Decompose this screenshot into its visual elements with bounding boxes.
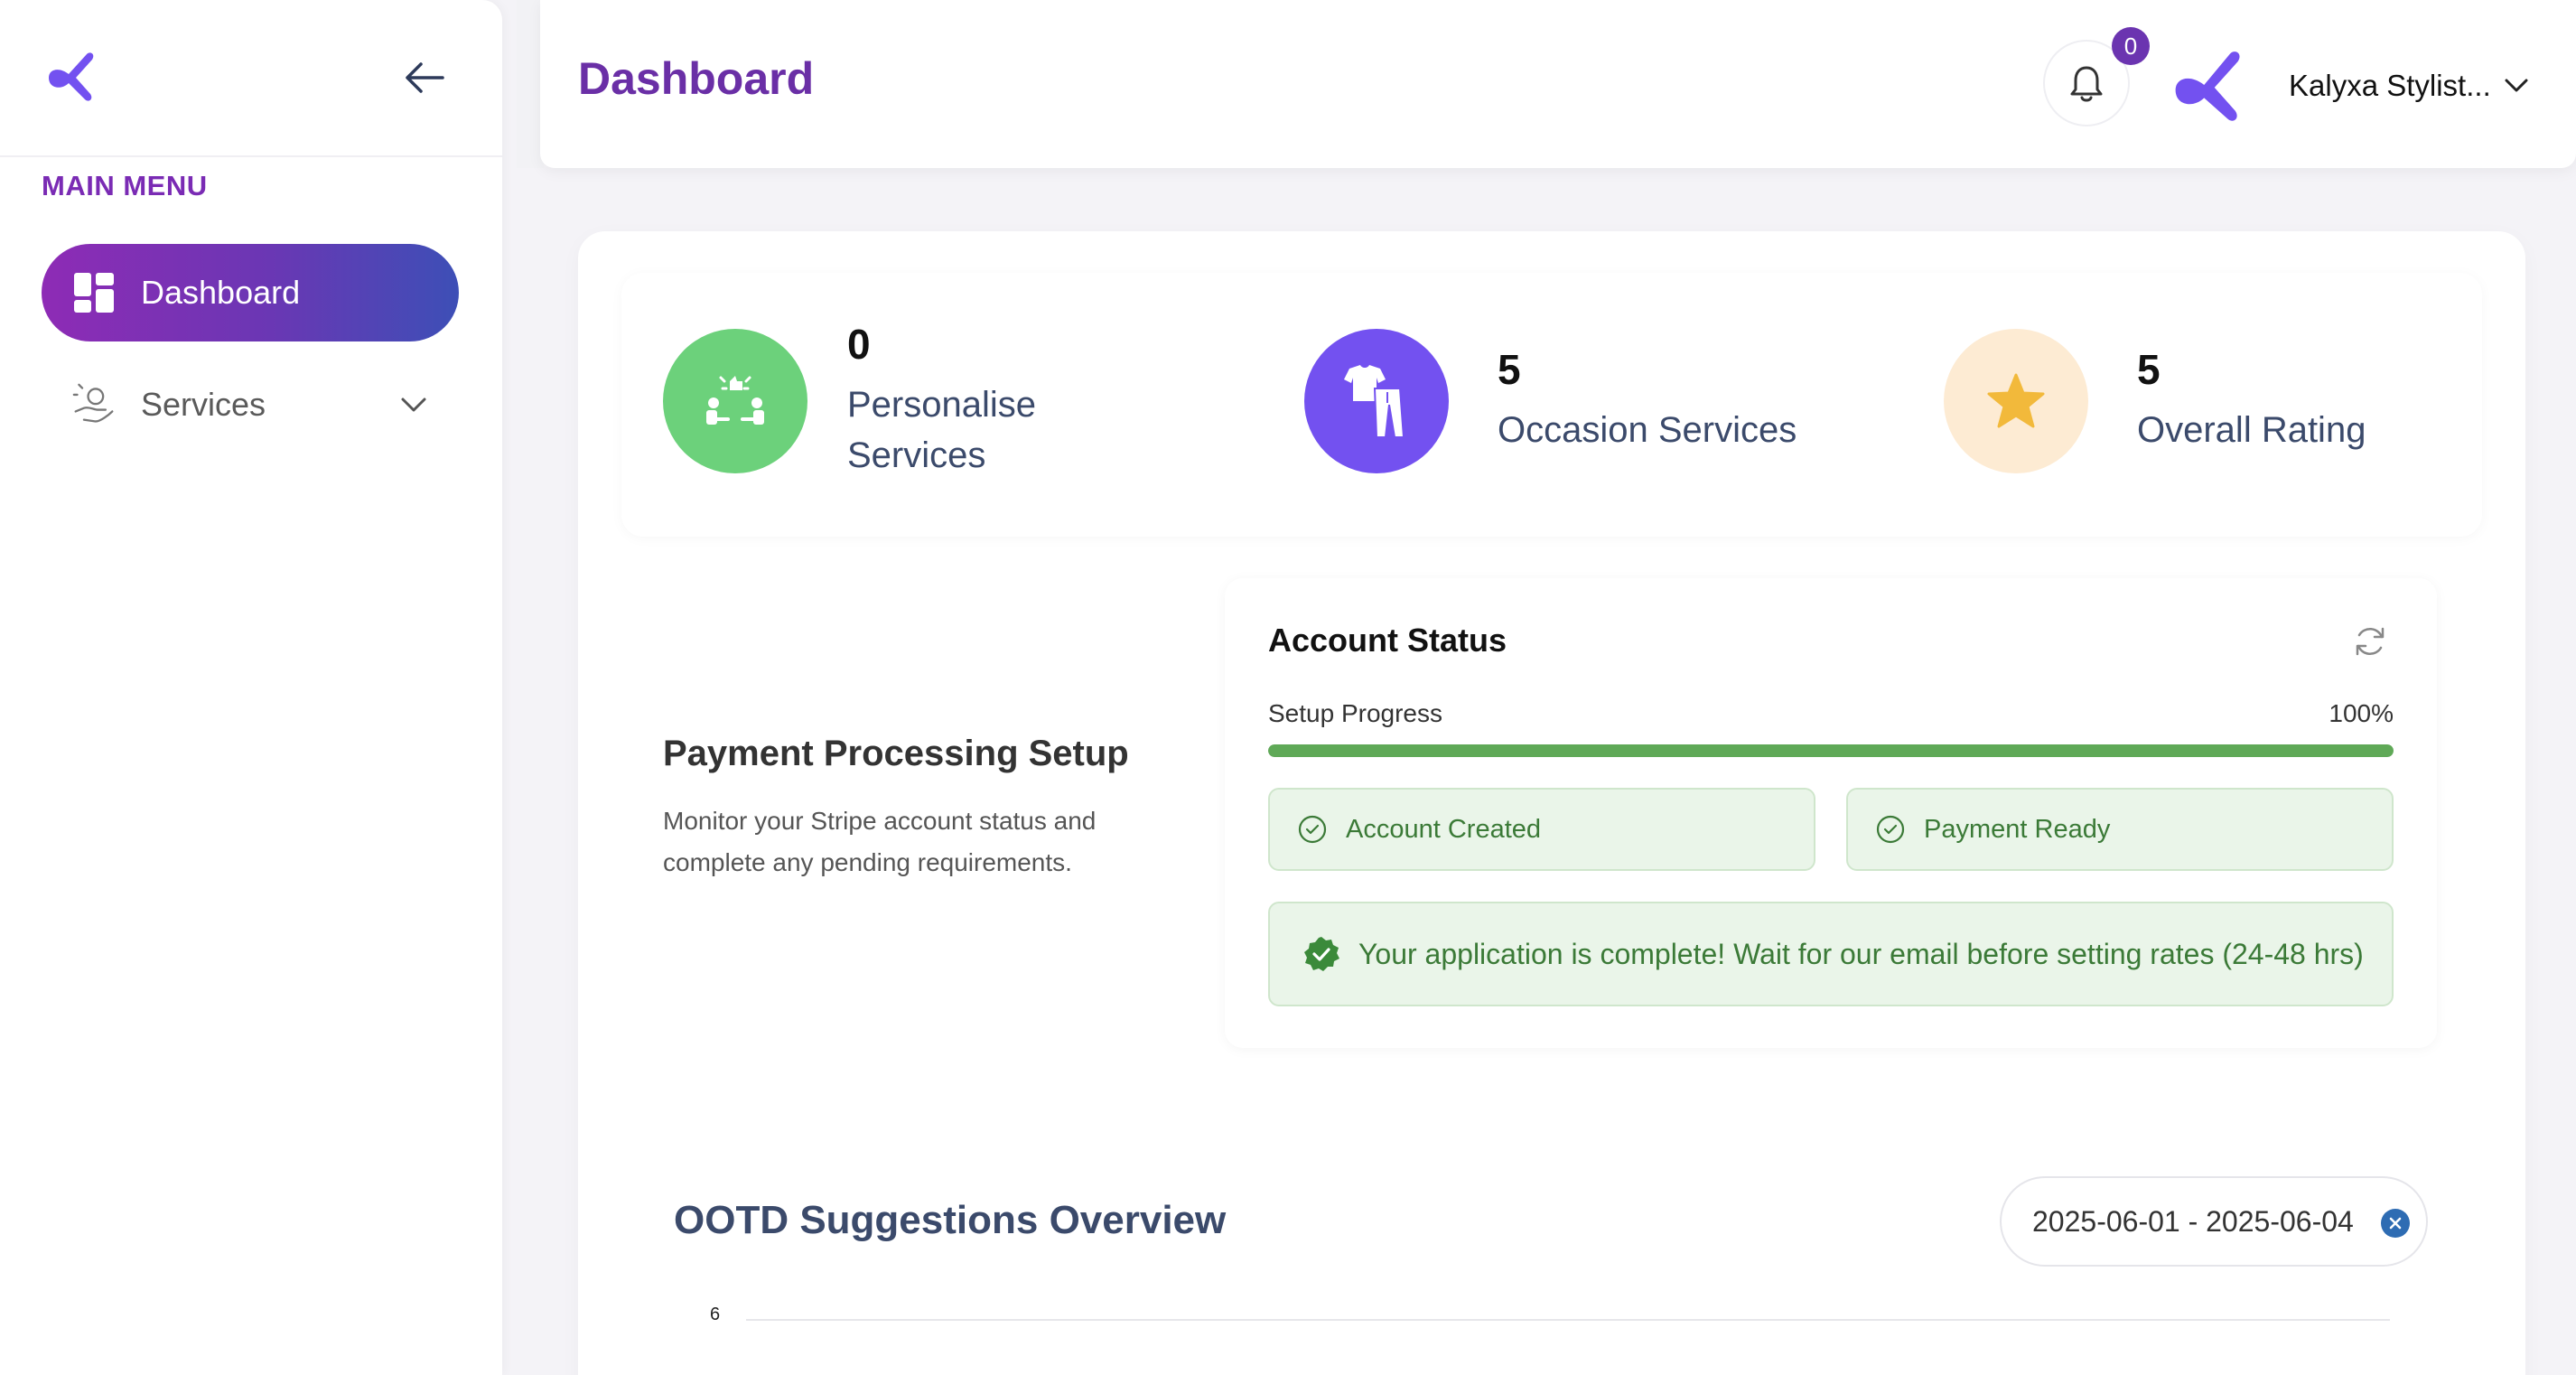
stats-row: 0 Personalise Services 5 Occasion Servic… <box>621 273 2482 537</box>
stat-circle <box>1944 329 2088 473</box>
outfit-icon <box>1344 365 1405 438</box>
chip-label: Payment Ready <box>1924 814 2111 844</box>
account-status-title: Account Status <box>1268 622 1507 659</box>
refresh-icon[interactable] <box>2352 623 2388 659</box>
chip-label: Account Created <box>1346 814 1542 844</box>
notice-text: Your application is complete! Wait for o… <box>1358 937 2364 970</box>
setup-progress-fill <box>1268 744 2394 757</box>
application-complete-notice: Your application is complete! Wait for o… <box>1268 902 2394 1006</box>
close-icon <box>2389 1217 2402 1230</box>
collapse-sidebar-button[interactable] <box>401 56 448 99</box>
chart-gridline <box>746 1319 2390 1321</box>
setup-progress-percent: 100% <box>2329 699 2394 727</box>
stat-occasion-services: 5 Occasion Services <box>1263 273 1895 537</box>
stat-label: Personalise Services <box>847 385 1037 475</box>
clear-date-button[interactable] <box>2381 1209 2410 1238</box>
stat-circle <box>1304 329 1449 473</box>
verified-badge-icon <box>1304 937 1339 971</box>
stat-label: Occasion Services <box>1498 410 1797 450</box>
dashboard-main-card: 0 Personalise Services 5 Occasion Servic… <box>578 231 2525 1375</box>
account-created-chip: Account Created <box>1268 788 1815 871</box>
payment-ready-chip: Payment Ready <box>1846 788 2394 871</box>
chart-y-tick: 6 <box>710 1305 721 1324</box>
notification-count-badge: 0 <box>2112 27 2150 65</box>
stat-personalise-services: 0 Personalise Services <box>621 273 1199 537</box>
setup-progress-label: Setup Progress <box>1268 699 1442 727</box>
stat-label: Overall Rating <box>2137 410 2366 450</box>
stat-overall-rating: 5 Overall Rating <box>1902 273 2480 537</box>
setup-progress-bar <box>1268 744 2394 757</box>
service-hand-icon <box>72 383 116 426</box>
top-header: Dashboard 0 Kalyxa Stylist... <box>540 0 2576 168</box>
arrow-left-icon <box>406 62 444 93</box>
main-menu-heading: MAIN MENU <box>42 170 208 201</box>
payment-setup-title: Payment Processing Setup <box>663 734 1129 773</box>
date-range-picker[interactable]: 2025-06-01 - 2025-06-04 <box>2000 1176 2428 1267</box>
check-circle-icon <box>1876 815 1905 844</box>
stat-value: 0 <box>847 321 871 368</box>
brand-logo-icon[interactable] <box>42 47 99 105</box>
stat-value: 5 <box>2137 346 2161 393</box>
date-range-text: 2025-06-01 - 2025-06-04 <box>2032 1204 2354 1238</box>
chevron-down-icon[interactable] <box>396 387 432 423</box>
sidebar-item-dashboard[interactable]: Dashboard <box>42 244 459 341</box>
user-avatar[interactable] <box>2168 43 2251 126</box>
page-title: Dashboard <box>578 53 815 104</box>
stat-circle <box>663 329 807 473</box>
sidebar-item-label: Services <box>141 386 266 423</box>
app-root: MAIN MENU Dashboard Services Dashboard 0… <box>0 0 2576 1375</box>
bell-icon <box>2070 66 2103 102</box>
chevron-down-icon[interactable] <box>2500 69 2533 101</box>
handshake-icon <box>706 376 764 425</box>
sidebar-item-services[interactable]: Services <box>42 356 459 454</box>
sidebar: MAIN MENU Dashboard Services <box>0 0 502 1375</box>
dashboard-grid-icon <box>72 271 116 314</box>
sidebar-item-label: Dashboard <box>141 274 301 311</box>
sidebar-header <box>0 0 502 157</box>
check-circle-icon <box>1298 815 1327 844</box>
ootd-overview-title: OOTD Suggestions Overview <box>674 1198 1227 1242</box>
stat-value: 5 <box>1498 346 1521 393</box>
payment-setup-description: Monitor your Stripe account status and c… <box>663 807 1097 876</box>
account-status-card: Account Status Setup Progress 100% Accou… <box>1225 578 2437 1048</box>
star-icon <box>1987 373 2045 428</box>
user-name[interactable]: Kalyxa Stylist... <box>2289 69 2491 103</box>
